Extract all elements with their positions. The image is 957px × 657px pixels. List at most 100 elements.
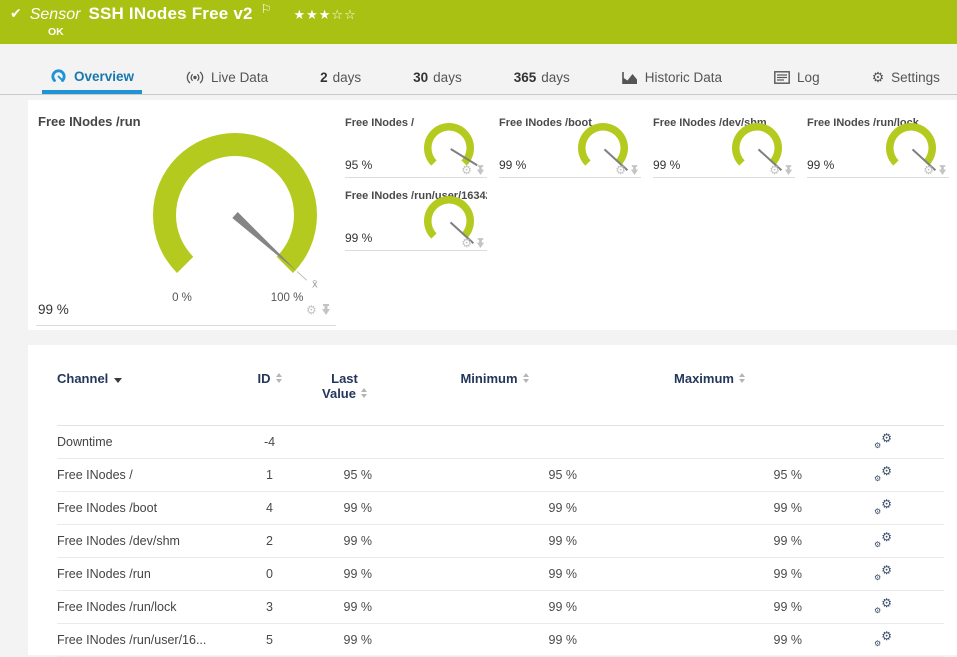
tab-overview[interactable]: Overview: [42, 68, 143, 94]
tab-settings[interactable]: ⚙ Settings: [864, 70, 948, 94]
live-icon: [186, 70, 204, 85]
maximum-cell: 95 %: [773, 468, 803, 482]
star-empty-icon[interactable]: ☆: [331, 8, 344, 23]
channel-name-cell: Free INodes /run/lock: [57, 600, 177, 614]
tab-historic-data[interactable]: Historic Data: [614, 70, 730, 94]
column-header-last-value[interactable]: Last Value: [297, 371, 392, 401]
tab-label: Live Data: [211, 70, 269, 85]
sensor-status-text: OK: [48, 26, 64, 38]
last-value-cell: 99 %: [343, 600, 373, 614]
gauge-actions: ⚙: [461, 164, 485, 176]
gear-icon[interactable]: ⚙: [306, 304, 317, 316]
pin-icon[interactable]: [784, 164, 793, 176]
column-header-id[interactable]: ID: [242, 371, 297, 386]
gear-icon[interactable]: ⚙: [923, 164, 934, 176]
settings-icon: ⚙: [871, 69, 885, 86]
pin-icon[interactable]: [630, 164, 639, 176]
gauge-min-label: 0 %: [172, 292, 192, 304]
tab-label: days: [332, 70, 362, 85]
gauges-panel: Free INodes /run x̄ 0 % 100 % 99 % ⚙ Fre…: [28, 100, 957, 330]
gauge-title: Free INodes /: [345, 117, 415, 129]
log-icon: [774, 71, 790, 84]
channel-actions-cell: ⚙ ⚙: [822, 530, 944, 551]
channel-id-cell: -4: [263, 435, 276, 449]
channel-actions-cell: ⚙ ⚙: [822, 497, 944, 518]
sensor-title: SSH INodes Free v2: [88, 4, 253, 23]
priority-flag-icon[interactable]: ⚐: [261, 2, 272, 16]
channel-settings-icon[interactable]: ⚙ ⚙: [874, 431, 892, 450]
channel-settings-icon[interactable]: ⚙ ⚙: [874, 530, 892, 549]
column-label: Channel: [57, 371, 109, 386]
gear-icon[interactable]: ⚙: [769, 164, 780, 176]
main-gauge-actions: ⚙: [306, 304, 331, 316]
column-header-minimum[interactable]: Minimum: [392, 371, 597, 386]
last-value-cell: 99 %: [343, 534, 373, 548]
channel-settings-icon[interactable]: ⚙ ⚙: [874, 464, 892, 483]
channel-actions-cell: ⚙ ⚙: [822, 431, 944, 452]
channel-id-cell: 1: [266, 468, 273, 482]
tab-days[interactable]: 2 days: [312, 70, 369, 94]
minimum-cell: 99 %: [548, 501, 578, 515]
mean-marker: x̄: [312, 279, 318, 291]
tab-live-data[interactable]: Live Data: [178, 70, 276, 94]
gauge-card: Free INodes /boot 99 % ⚙: [499, 112, 641, 178]
pin-icon[interactable]: [476, 164, 485, 176]
maximum-cell: 99 %: [773, 600, 803, 614]
tab-label: Historic Data: [644, 70, 723, 85]
needle-extension: [296, 271, 308, 281]
main-gauge-value: 99 %: [38, 302, 69, 317]
minimum-cell: 95 %: [548, 468, 578, 482]
sensor-status-bar: ✔ Sensor SSH INodes Free v2 ⚐ ★★★☆☆ OK: [0, 0, 957, 44]
column-header-channel[interactable]: Channel: [57, 371, 242, 386]
gear-icon[interactable]: ⚙: [615, 164, 626, 176]
channel-settings-icon[interactable]: ⚙ ⚙: [874, 563, 892, 582]
tab-days[interactable]: 30 days: [405, 70, 470, 94]
tab-days[interactable]: 365 days: [506, 70, 578, 94]
tab-number: 2: [320, 70, 328, 85]
priority-stars[interactable]: ★★★☆☆: [293, 8, 356, 23]
gauge-actions: ⚙: [769, 164, 793, 176]
channel-table-panel: Channel ID Last Value Minimum Maximum Downti…: [28, 345, 957, 657]
channel-id-cell: 5: [266, 633, 273, 647]
maximum-cell: 99 %: [773, 567, 803, 581]
maximum-cell: 99 %: [773, 501, 803, 515]
gauge-card: Free INodes / 95 % ⚙: [345, 112, 487, 178]
gauge-value: 95 %: [345, 158, 373, 172]
pin-icon[interactable]: [321, 304, 331, 316]
channel-name-cell: Free INodes /: [57, 468, 133, 482]
gear-icon[interactable]: ⚙: [461, 164, 472, 176]
historic-icon: [621, 71, 638, 85]
table-header: Channel ID Last Value Minimum Maximum: [28, 345, 957, 426]
star-empty-icon[interactable]: ☆: [344, 8, 357, 23]
tab-label: Log: [797, 70, 820, 85]
sort-icon: [522, 373, 529, 383]
status-check-icon: ✔: [10, 6, 22, 22]
maximum-cell: 99 %: [773, 534, 803, 548]
star-filled-icon[interactable]: ★: [306, 8, 319, 23]
last-value-cell: 99 %: [343, 501, 373, 515]
pin-icon[interactable]: [476, 237, 485, 249]
channel-settings-icon[interactable]: ⚙ ⚙: [874, 629, 892, 648]
tab-label: days: [433, 70, 462, 85]
tab-label: Overview: [74, 69, 135, 84]
sensor-kind-label: Sensor: [29, 6, 81, 23]
gauge-value: 99 %: [499, 158, 527, 172]
gear-icon[interactable]: ⚙: [461, 237, 472, 249]
gauge-card: Free INodes /run/user/16342... 99 % ⚙: [345, 185, 487, 251]
channel-settings-icon[interactable]: ⚙ ⚙: [874, 497, 892, 516]
channel-settings-icon[interactable]: ⚙ ⚙: [874, 596, 892, 615]
last-value-cell: 95 %: [343, 468, 373, 482]
tab-log[interactable]: Log: [766, 70, 828, 94]
pin-icon[interactable]: [938, 164, 947, 176]
channel-name-cell: Free INodes /run/user/16...: [57, 633, 207, 647]
small-gauges-grid: Free INodes /95 % ⚙ Free INodes /boot 99 % ⚙…: [345, 112, 953, 251]
channel-actions-cell: ⚙ ⚙: [822, 464, 944, 485]
star-filled-icon[interactable]: ★: [293, 8, 306, 23]
column-label: ID: [257, 371, 271, 386]
gauge-actions: ⚙: [461, 237, 485, 249]
channel-id-cell: 4: [266, 501, 273, 515]
table-body: Downtime -4 ⚙ ⚙ Free INodes / 1 95 % 95 % 95 % ⚙ ⚙…: [28, 426, 957, 657]
star-filled-icon[interactable]: ★: [319, 8, 332, 23]
table-row: Free INodes /dev/shm 2 99 % 99 % 99 % ⚙ ⚙: [57, 525, 944, 558]
column-header-maximum[interactable]: Maximum: [597, 371, 822, 386]
